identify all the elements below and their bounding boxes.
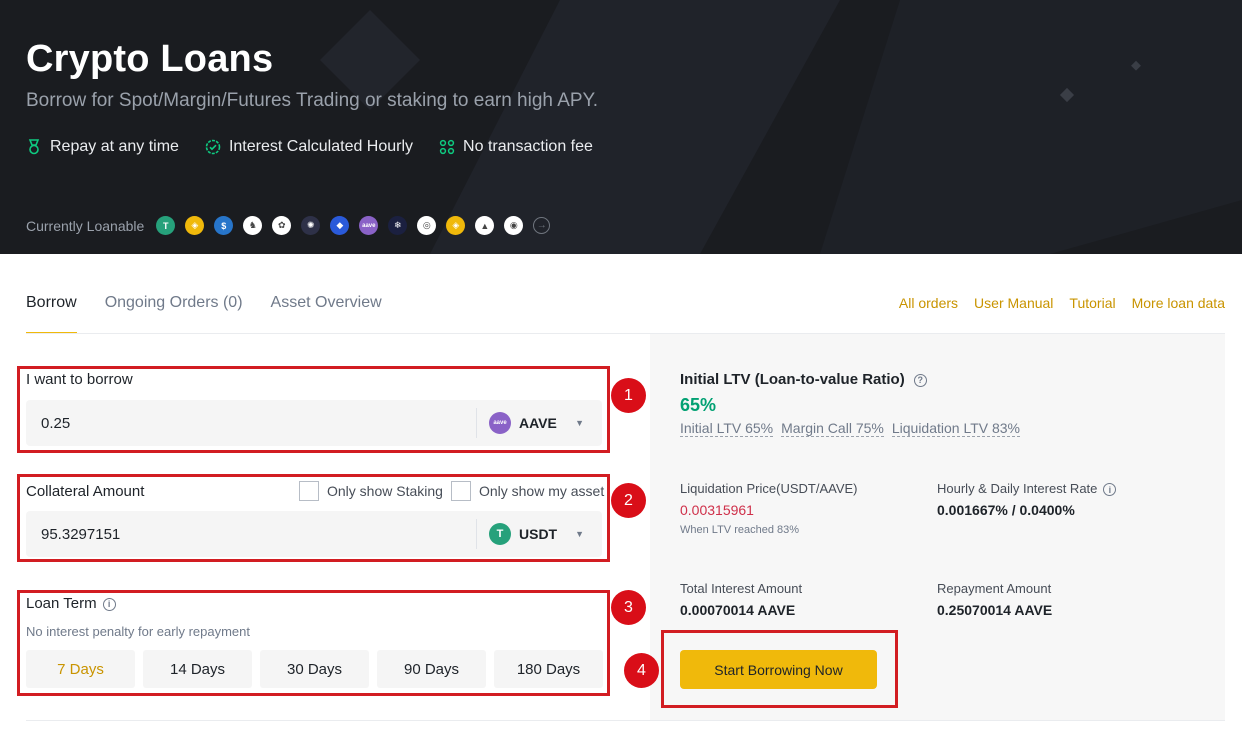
ring-coin-icon: ◎	[417, 216, 437, 235]
diamond-coin-icon: ◆	[330, 216, 350, 235]
medal-icon	[28, 139, 40, 155]
feature-label: No transaction fee	[463, 138, 593, 155]
coin-list: T ◈ $ ♞ ✿ ✺ ◆ aave ❄ ◎ ◈ ▲ ◉	[156, 216, 524, 235]
feature-interest: Interest Calculated Hourly	[205, 138, 413, 156]
usdt-coin-icon: T	[156, 216, 176, 235]
annotation-number-1: 1	[611, 378, 646, 413]
feature-fee: No transaction fee	[439, 138, 593, 156]
arrow-right-icon[interactable]: →	[533, 217, 551, 234]
interest-rate-value: 0.001667% / 0.0400%	[937, 502, 1075, 518]
badge-check-icon	[205, 139, 221, 155]
liquidation-price-label: Liquidation Price(USDT/AAVE)	[680, 481, 858, 496]
bottom-divider	[26, 720, 1225, 721]
annotation-number-3: 3	[611, 590, 646, 625]
loanable-label: Currently Loanable	[26, 217, 145, 234]
unicorn-coin-icon: ♞	[243, 216, 263, 235]
loanable-assets: Currently Loanable T ◈ $ ♞ ✿ ✺ ◆ aave ❄ ◎ ◈ ▲ ◉ →	[26, 216, 551, 235]
page-title: Crypto Loans	[26, 38, 274, 80]
bnb-coin-icon: ◈	[446, 216, 466, 235]
feature-list: Repay at any time Interest Calculated Ho…	[26, 138, 593, 156]
total-interest-label: Total Interest Amount	[680, 581, 803, 596]
feature-label: Interest Calculated Hourly	[228, 138, 414, 155]
annotation-box-4	[661, 630, 898, 708]
info-icon[interactable]: i	[1103, 483, 1117, 497]
liquidation-ltv-link[interactable]: Liquidation LTV 83%	[891, 420, 1021, 437]
annotation-box-2	[17, 474, 610, 562]
initial-ltv-link[interactable]: Initial LTV 65%	[680, 420, 774, 437]
aave-coin-icon: aave	[359, 216, 379, 235]
interest-rate-heading: Hourly & Daily Interest Rate i	[937, 481, 1117, 497]
info-icon[interactable]: ?	[913, 373, 927, 387]
total-interest-value: 0.00070014 AAVE	[680, 602, 796, 618]
all-orders-link[interactable]: All orders	[899, 295, 958, 311]
user-manual-link[interactable]: User Manual	[974, 295, 1053, 311]
annotation-number-2: 2	[611, 483, 646, 518]
liquidation-price-note: When LTV reached 83%	[680, 524, 800, 536]
avax-coin-icon: ▲	[475, 216, 495, 235]
nodes-icon	[439, 139, 455, 155]
tutorial-link[interactable]: Tutorial	[1069, 295, 1115, 311]
annotation-number-4: 4	[624, 653, 659, 688]
snowflake-coin-icon: ❄	[388, 216, 408, 235]
atom-coin-icon: ✺	[301, 216, 321, 235]
more-loan-data-link[interactable]: More loan data	[1132, 295, 1225, 311]
annotation-box-3	[17, 590, 610, 696]
flower-coin-icon: ✿	[272, 216, 292, 235]
repayment-amount-value: 0.25070014 AAVE	[937, 602, 1053, 618]
hero-banner: Crypto Loans Borrow for Spot/Margin/Futu…	[0, 0, 1242, 254]
main-tabs: Borrow Ongoing Orders (0) Asset Overview	[26, 286, 382, 334]
tab-ongoing-orders[interactable]: Ongoing Orders (0)	[105, 286, 243, 334]
tab-borrow[interactable]: Borrow	[26, 286, 77, 334]
tab-asset-overview[interactable]: Asset Overview	[271, 286, 382, 334]
usdc-coin-icon: $	[214, 216, 234, 235]
repayment-amount-label: Repayment Amount	[937, 581, 1052, 596]
ltv-title: Initial LTV (Loan-to-value Ratio)?	[680, 371, 927, 388]
ltv-title-text: Initial LTV (Loan-to-value Ratio)	[680, 371, 905, 388]
margin-call-link[interactable]: Margin Call 75%	[781, 420, 884, 437]
ltv-value: 65%	[680, 395, 717, 415]
feature-label: Repay at any time	[50, 138, 179, 155]
feature-repay: Repay at any time	[26, 138, 179, 156]
busd-coin-icon: ◈	[185, 216, 205, 235]
liquidation-price-value: 0.00315961	[680, 502, 754, 518]
interest-rate-label: Hourly & Daily Interest Rate	[937, 481, 1098, 496]
bottle-coin-icon: ◉	[504, 216, 524, 235]
page-subtitle: Borrow for Spot/Margin/Futures Trading o…	[26, 90, 599, 111]
ltv-links: Initial LTV 65% Margin Call 75% Liquidat…	[680, 420, 1021, 437]
annotation-box-1	[17, 366, 610, 453]
header-links: All orders User Manual Tutorial More loa…	[899, 295, 1225, 311]
